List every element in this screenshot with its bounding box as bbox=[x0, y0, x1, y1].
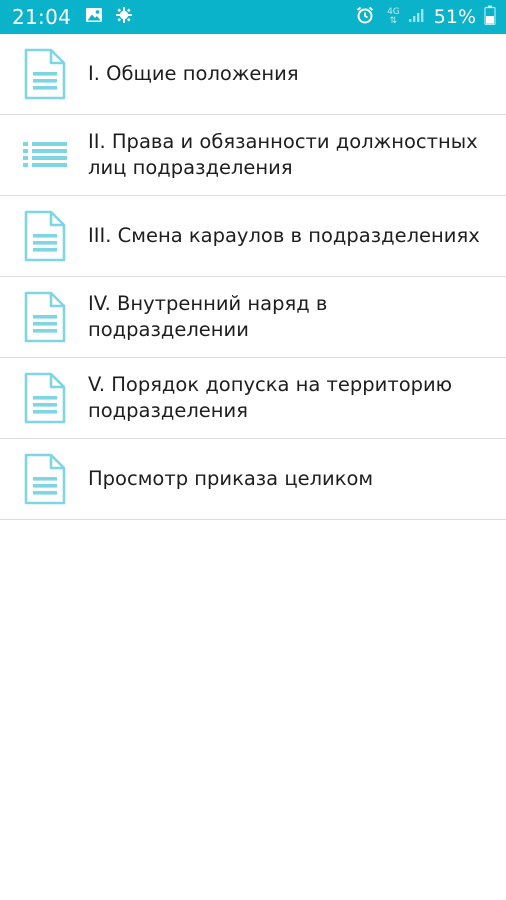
list-item-rights-duties[interactable]: II. Права и обязанности должностных лиц … bbox=[0, 115, 506, 196]
document-icon bbox=[22, 452, 68, 506]
document-icon bbox=[22, 290, 68, 344]
list-item-access-procedure[interactable]: V. Порядок допуска на территорию подразд… bbox=[0, 358, 506, 439]
status-left-icons bbox=[85, 6, 133, 29]
document-icon bbox=[22, 47, 68, 101]
status-bar: 21:04 4G ⇅ 51% bbox=[0, 0, 506, 34]
chapter-list: I. Общие положения II. Права и обязаннос… bbox=[0, 34, 506, 520]
list-item-label: IV. Внутренний наряд в подразделении bbox=[88, 292, 328, 341]
list-item-label: II. Права и обязанности должностных лиц … bbox=[88, 130, 478, 179]
signal-icon bbox=[408, 7, 426, 28]
alarm-icon bbox=[355, 5, 375, 30]
list-item-label: III. Смена караулов в подразделениях bbox=[88, 224, 480, 247]
list-item-guard-change[interactable]: III. Смена караулов в подразделениях bbox=[0, 196, 506, 277]
list-item-label: Просмотр приказа целиком bbox=[88, 467, 374, 490]
battery-percent: 51% bbox=[433, 6, 476, 28]
network-indicator: 4G ⇅ bbox=[387, 8, 400, 26]
battery-icon bbox=[484, 5, 496, 30]
list-item-full-order[interactable]: Просмотр приказа целиком bbox=[0, 439, 506, 520]
image-icon bbox=[85, 7, 103, 28]
network-arrows-icon: ⇅ bbox=[389, 16, 398, 26]
notification-icon bbox=[115, 6, 133, 29]
list-item-general-provisions[interactable]: I. Общие положения bbox=[0, 34, 506, 115]
document-icon bbox=[22, 209, 68, 263]
document-icon bbox=[22, 371, 68, 425]
list-icon bbox=[22, 128, 68, 182]
list-item-internal-duty[interactable]: IV. Внутренний наряд в подразделении bbox=[0, 277, 506, 358]
list-item-label: V. Порядок допуска на территорию подразд… bbox=[88, 373, 453, 422]
status-time: 21:04 bbox=[12, 5, 72, 29]
status-right: 4G ⇅ 51% bbox=[355, 5, 496, 30]
list-item-label: I. Общие положения bbox=[88, 62, 299, 85]
